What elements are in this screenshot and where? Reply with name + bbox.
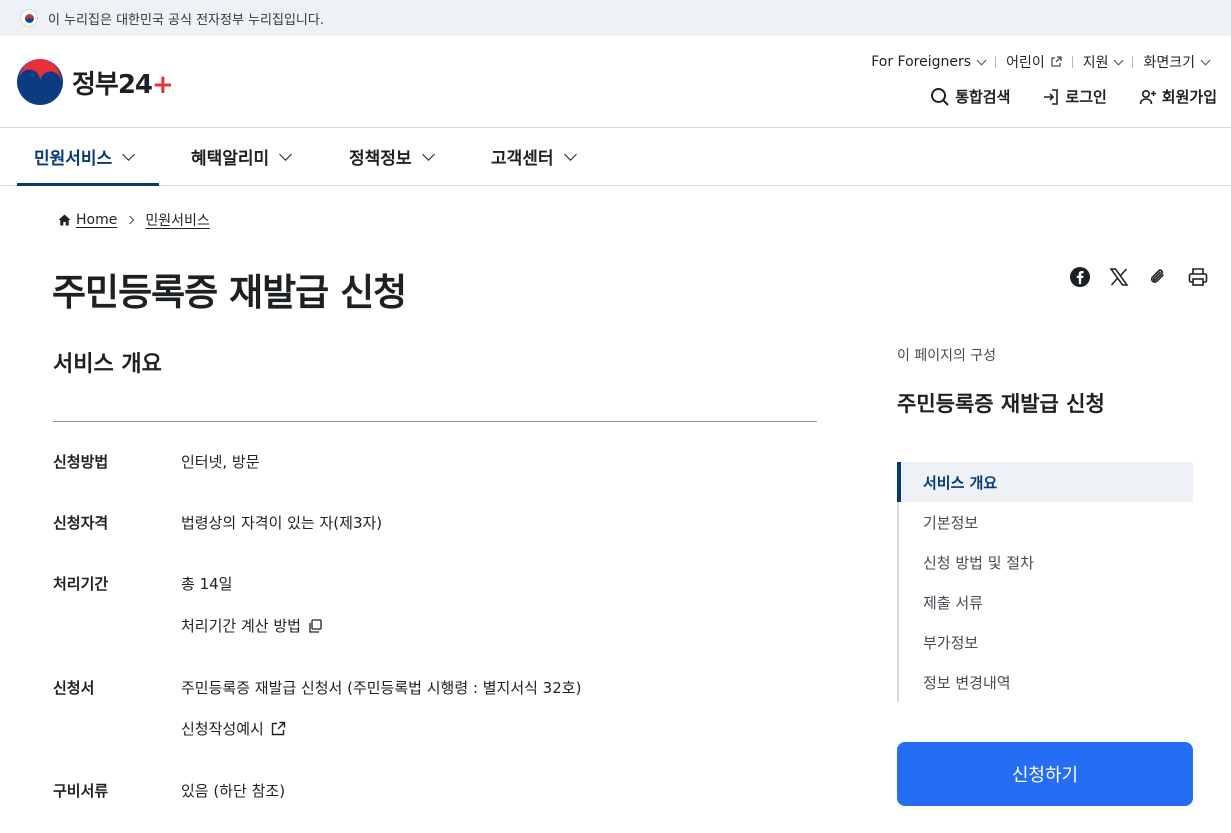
breadcrumb-current-link[interactable]: 민원서비스: [145, 210, 209, 230]
home-icon: [58, 214, 71, 226]
share-toolbar: [1051, 266, 1209, 288]
toc-item-submit-docs[interactable]: 제출 서류: [899, 582, 1193, 622]
page-title: 주민등록증 재발급 신청: [52, 271, 407, 314]
nav-item-customer-center[interactable]: 고객센터: [491, 128, 577, 185]
site-header: 정부24+ For Foreigners 어린이 지원 화면크기 통합검색 로그…: [0, 36, 1231, 128]
detail-value-method: 인터넷, 방문: [181, 453, 260, 471]
breadcrumb: Home 민원서비스: [58, 210, 210, 230]
kids-link[interactable]: 어린이: [996, 52, 1072, 72]
form-example-label: 신청작성예시: [181, 720, 264, 738]
chevron-down-icon: [122, 147, 136, 161]
screen-size-menu[interactable]: 화면크기: [1133, 52, 1219, 72]
detail-value-period: 총 14일: [181, 575, 233, 593]
for-foreigners-menu[interactable]: For Foreigners: [861, 54, 995, 70]
external-link-icon: [1051, 56, 1062, 67]
add-user-icon: [1139, 89, 1156, 104]
chevron-down-icon: [421, 147, 435, 161]
toc-item-additional-info[interactable]: 부가정보: [899, 622, 1193, 662]
gov24-logo-mark-icon: [17, 59, 63, 105]
gov24-logo[interactable]: 정부24+: [16, 58, 174, 106]
login-icon: [1044, 88, 1059, 105]
support-label: 지원: [1082, 55, 1109, 71]
header-actions: 통합검색 로그인 회원가입: [898, 86, 1217, 107]
nav-item-policy-info[interactable]: 정책정보: [349, 128, 435, 185]
facebook-icon: [1070, 267, 1090, 287]
toc-item-basic-info[interactable]: 기본정보: [899, 502, 1193, 542]
kids-label: 어린이: [1006, 55, 1045, 71]
nav-item-label: 혜택알리미: [191, 149, 270, 169]
detail-label-eligibility: 신청자격: [53, 514, 109, 532]
chevron-down-icon: [563, 147, 577, 161]
integrated-search-button[interactable]: 통합검색: [930, 86, 1010, 107]
apply-button[interactable]: 신청하기: [897, 742, 1193, 806]
detail-value-form: 주민등록증 재발급 신청서 (주민등록법 시행령 : 별지서식 32호): [181, 679, 582, 697]
paperclip-icon: [1150, 269, 1164, 283]
toc-caption: 이 페이지의 구성: [897, 348, 997, 364]
period-calculation-link[interactable]: 처리기간 계산 방법: [181, 615, 323, 636]
section-divider: [53, 421, 817, 422]
facebook-share-button[interactable]: [1069, 266, 1091, 288]
main-navigation: 민원서비스 혜택알리미 정책정보 고객센터: [0, 128, 1231, 186]
login-label: 로그인: [1065, 88, 1107, 106]
table-of-contents: 서비스 개요 기본정보 신청 방법 및 절차 제출 서류 부가정보 정보 변경내…: [897, 462, 1193, 702]
form-example-link[interactable]: 신청작성예시: [181, 718, 286, 739]
gov24-logo-text: 정부24+: [72, 64, 174, 101]
period-calculation-label: 처리기간 계산 방법: [181, 617, 301, 635]
detail-label-required-docs: 구비서류: [53, 782, 109, 800]
detail-value-eligibility: 법령상의 자격이 있는 자(제3자): [181, 514, 383, 532]
external-link-icon: [271, 721, 286, 735]
signup-label: 회원가입: [1161, 88, 1217, 106]
detail-label-method: 신청방법: [53, 453, 109, 471]
nav-item-label: 정책정보: [349, 149, 412, 169]
detail-value-required-docs: 있음 (하단 참조): [181, 782, 286, 800]
chevron-down-icon: [976, 55, 987, 65]
official-banner-text: 이 누리집은 대한민국 공식 전자정부 누리집입니다.: [48, 12, 324, 28]
search-label: 통합검색: [955, 88, 1011, 106]
x-twitter-icon: [1109, 268, 1129, 286]
detail-label-form: 신청서: [53, 679, 95, 697]
toc-title: 주민등록증 재발급 신청: [897, 392, 1105, 416]
printer-icon: [1188, 268, 1208, 286]
logo-text-main: 정부: [72, 69, 119, 100]
print-button[interactable]: [1187, 266, 1209, 288]
signup-button[interactable]: 회원가입: [1139, 86, 1217, 107]
nav-item-label: 민원서비스: [34, 149, 113, 169]
nav-item-label: 고객센터: [491, 149, 554, 169]
utility-menu: For Foreigners 어린이 지원 화면크기: [861, 52, 1219, 72]
detail-label-period: 처리기간: [53, 575, 109, 593]
copy-link-button[interactable]: [1147, 266, 1169, 288]
nav-item-civil-services[interactable]: 민원서비스: [17, 128, 159, 186]
logo-text-plus: +: [152, 69, 174, 100]
official-gov-banner: 이 누리집은 대한민국 공식 전자정부 누리집입니다.: [0, 0, 1231, 36]
toc-item-service-overview[interactable]: 서비스 개요: [897, 462, 1193, 502]
chevron-down-icon: [1200, 55, 1211, 65]
chevron-right-icon: [126, 215, 135, 225]
screen-size-label: 화면크기: [1143, 55, 1195, 71]
section-title-service-overview: 서비스 개요: [53, 352, 162, 377]
breadcrumb-home-link[interactable]: Home: [76, 212, 117, 228]
for-foreigners-label: For Foreigners: [871, 54, 972, 70]
logo-text-number: 24: [117, 69, 153, 100]
support-menu[interactable]: 지원: [1073, 52, 1133, 72]
nav-item-benefits-alert[interactable]: 혜택알리미: [191, 128, 293, 185]
toc-item-method-procedure[interactable]: 신청 방법 및 절차: [899, 542, 1193, 582]
x-share-button[interactable]: [1109, 267, 1129, 287]
taegukgi-flag-icon: [20, 9, 38, 27]
chevron-down-icon: [279, 147, 293, 161]
login-button[interactable]: 로그인: [1042, 86, 1107, 107]
search-icon: [931, 87, 949, 106]
chevron-down-icon: [1114, 55, 1124, 65]
popup-window-icon: [309, 618, 322, 633]
toc-item-change-history[interactable]: 정보 변경내역: [899, 662, 1193, 702]
